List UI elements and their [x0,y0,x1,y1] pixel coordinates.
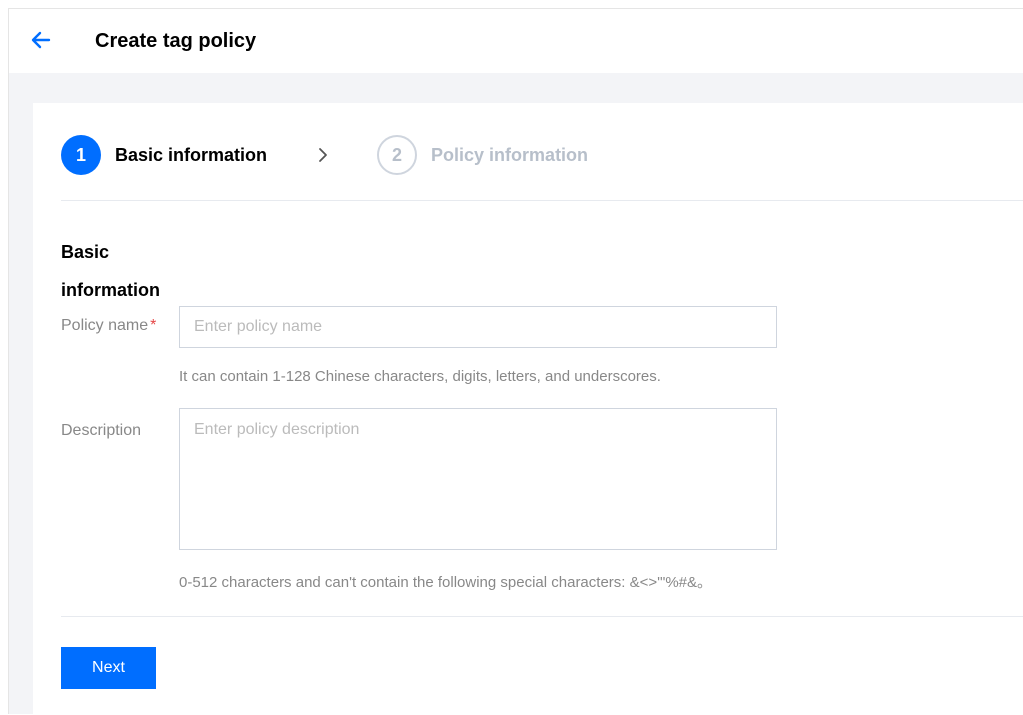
page-title: Create tag policy [95,30,257,52]
form-card: 1 Basic information 2 Policy information… [33,103,1023,715]
stepper-divider [61,200,1023,201]
step-1-number: 1 [61,135,101,175]
top-bar: Create tag policy [9,9,1023,73]
policy-name-label-text: Policy name [61,317,149,334]
form-divider [61,616,1023,617]
step-2-number: 2 [377,135,418,175]
policy-name-input[interactable] [179,306,777,348]
stepper: 1 Basic information 2 Policy information [61,135,588,175]
next-button[interactable]: Next [61,647,156,689]
back-button[interactable] [29,28,53,52]
description-hint: 0-512 characters and can't contain the f… [179,574,713,591]
description-textarea[interactable] [179,408,777,550]
step-2-label: Policy information [431,144,589,165]
policy-name-label: Policy name * [61,317,156,335]
section-title: Basic information [61,242,160,300]
policy-name-hint: It can contain 1-128 Chinese characters,… [179,368,661,385]
required-mark: * [150,317,157,334]
app-frame: Create tag policy 1 Basic information 2 … [8,8,1023,715]
step-1-label: Basic information [115,144,268,165]
arrow-left-icon [31,31,51,49]
chevron-right-icon [319,148,327,162]
description-label: Description [61,422,142,439]
